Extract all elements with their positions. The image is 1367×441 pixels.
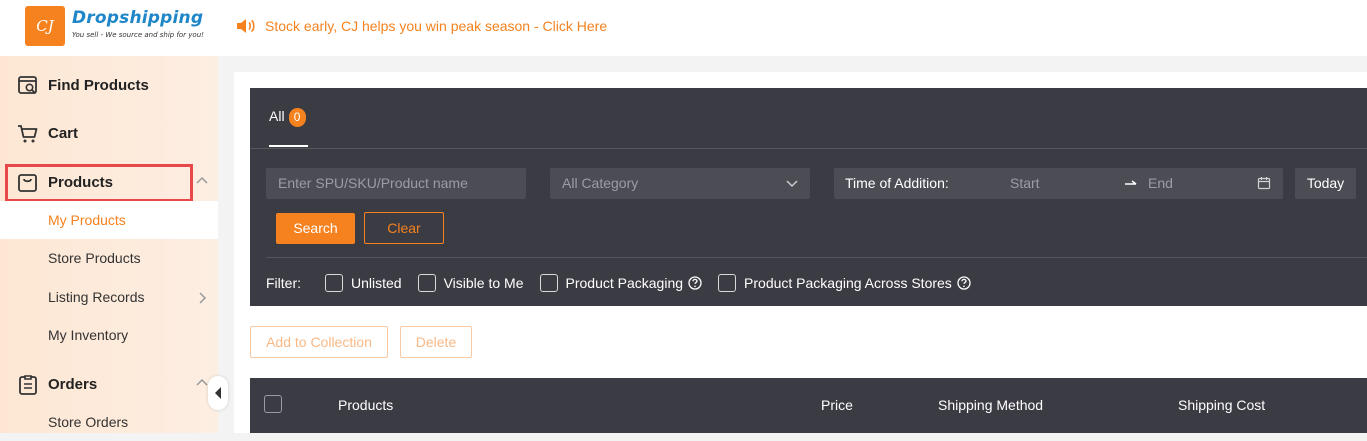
checkbox[interactable] — [539, 274, 558, 292]
chevron-right-icon — [199, 292, 207, 304]
products-bag-icon — [18, 174, 37, 192]
column-header-products: Products — [338, 397, 394, 413]
sidebar-item-listing-records[interactable]: Listing Records — [0, 278, 218, 316]
sidebar-item-label: My Products — [48, 212, 126, 228]
cart-icon — [18, 125, 38, 143]
filter-label: Filter: — [266, 275, 301, 291]
filter-option-label: Product Packaging — [565, 275, 684, 291]
delete-button[interactable]: Delete — [400, 326, 472, 358]
start-date-input[interactable]: Start — [1010, 168, 1040, 199]
active-tab-indicator — [269, 145, 308, 147]
logo-tagline: You sell - We source and ship for you! — [72, 31, 204, 39]
chevron-up-icon[interactable] — [195, 176, 209, 186]
select-all-checkbox[interactable] — [264, 395, 282, 413]
sidebar-item-store-orders[interactable]: Store Orders — [0, 403, 218, 441]
sidebar-item-label: Find Products — [48, 76, 149, 94]
sidebar-item-find-products[interactable]: Find Products — [0, 65, 218, 105]
chevron-up-icon[interactable] — [195, 378, 209, 388]
promo-banner-link[interactable]: Stock early, CJ helps you win peak seaso… — [236, 16, 607, 36]
add-to-collection-button[interactable]: Add to Collection — [250, 326, 388, 358]
calendar-icon[interactable] — [1257, 176, 1271, 190]
checkbox[interactable] — [718, 274, 737, 292]
filter-visible-to-me[interactable]: Visible to Me — [417, 274, 524, 292]
time-of-addition-label: Time of Addition: — [845, 175, 949, 191]
checkbox[interactable] — [417, 274, 436, 292]
orders-clipboard-icon — [19, 375, 37, 395]
promo-text: Stock early, CJ helps you win peak seaso… — [265, 18, 608, 34]
today-button[interactable]: Today — [1295, 168, 1356, 199]
column-header-shipping-cost: Shipping Cost — [1178, 397, 1266, 413]
filter-product-packaging[interactable]: Product Packaging — [539, 274, 703, 292]
sidebar-item-label: Products — [48, 173, 114, 191]
find-products-icon — [18, 76, 37, 95]
sidebar-item-store-products[interactable]: Store Products — [0, 239, 218, 277]
clear-button[interactable]: Clear — [364, 212, 444, 244]
search-button[interactable]: Search — [276, 213, 355, 244]
column-header-shipping-method: Shipping Method — [938, 397, 1044, 413]
chevron-down-icon — [786, 180, 798, 187]
category-select[interactable]: All Category — [550, 168, 810, 199]
sidebar-item-label: Store Products — [48, 250, 141, 266]
filter-product-packaging-across-stores[interactable]: Product Packaging Across Stores — [718, 274, 971, 292]
sidebar-item-label: Cart — [48, 124, 79, 142]
filter-option-label: Visible to Me — [443, 275, 524, 291]
sidebar-item-my-products[interactable]: My Products — [0, 201, 218, 239]
sidebar-collapse-toggle[interactable] — [208, 376, 228, 410]
checkbox[interactable] — [325, 274, 343, 292]
divider — [266, 257, 1367, 258]
logo-mark: CJ — [36, 17, 54, 35]
sidebar-item-label: My Inventory — [48, 327, 129, 343]
sidebar-item-cart[interactable]: Cart — [0, 113, 218, 153]
help-icon[interactable] — [688, 276, 702, 290]
top-header: CJ Dropshipping You sell - We source and… — [0, 0, 1367, 56]
speaker-icon — [237, 19, 255, 33]
sidebar-item-products[interactable]: Products — [0, 162, 218, 202]
count-badge: 0 — [288, 108, 306, 127]
sidebar-item-label: Store Orders — [48, 414, 129, 430]
end-date-input[interactable]: End — [1148, 168, 1173, 199]
tab-all-label: All — [269, 108, 285, 124]
sku-search-placeholder: Enter SPU/SKU/Product name — [278, 175, 468, 191]
filter-unlisted[interactable]: Unlisted — [325, 274, 402, 292]
filter-row: Filter: Unlisted Visible to Me Product P… — [266, 272, 987, 294]
sidebar-item-my-inventory[interactable]: My Inventory — [0, 316, 218, 354]
sku-search-input[interactable]: Enter SPU/SKU/Product name — [266, 168, 526, 199]
sidebar-item-label: Listing Records — [48, 289, 145, 305]
tab-all[interactable]: All 0 — [269, 108, 306, 148]
column-header-price: Price — [821, 397, 853, 413]
filter-option-label: Unlisted — [351, 275, 402, 291]
caret-left-icon — [215, 387, 221, 399]
divider — [250, 148, 1367, 149]
sidebar-item-label: Orders — [48, 375, 98, 393]
table-header: Products Price Shipping Method Shipping … — [250, 378, 1367, 433]
cj-logo-icon[interactable]: CJ — [25, 6, 65, 46]
logo-title: Dropshipping — [72, 8, 204, 28]
help-icon[interactable] — [957, 276, 971, 290]
time-of-addition-range: Time of Addition: Start End — [834, 168, 1283, 199]
sidebar-item-orders[interactable]: Orders — [0, 364, 218, 404]
arrow-right-icon — [1125, 180, 1137, 185]
filter-option-label: Product Packaging Across Stores — [744, 275, 952, 291]
category-value: All Category — [562, 175, 639, 191]
